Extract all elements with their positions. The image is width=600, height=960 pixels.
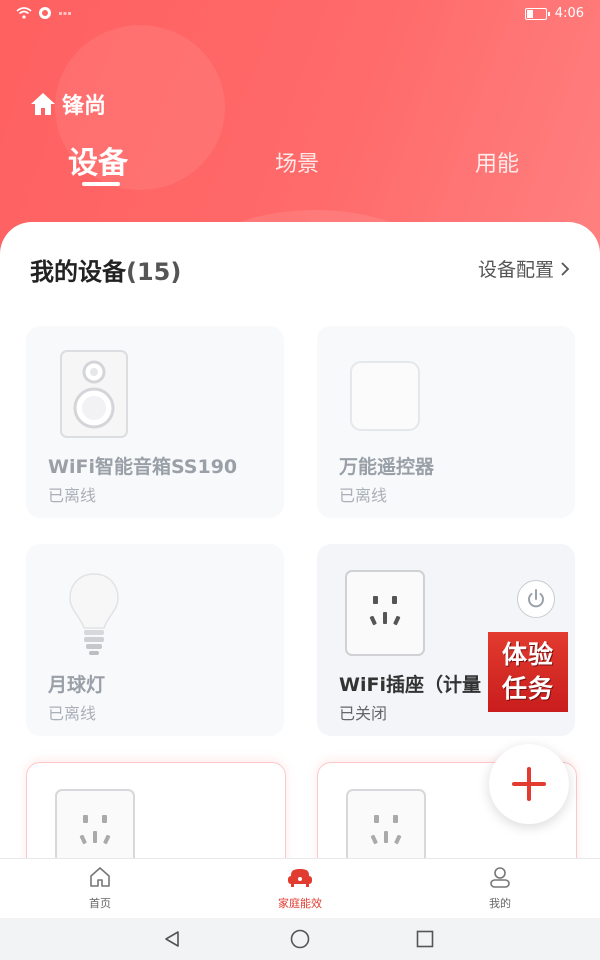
device-status: 已关闭 — [339, 704, 388, 723]
nav-mine-label: 我的 — [489, 897, 511, 910]
status-bar: 4:06 — [0, 0, 600, 28]
bulb-icon — [69, 573, 119, 655]
device-name: 月球灯 — [48, 674, 106, 696]
tab-scenes[interactable]: 场景 — [275, 146, 319, 178]
power-toggle[interactable] — [517, 580, 555, 618]
device-name: 万能遥控器 — [339, 456, 435, 478]
sofa-icon — [288, 869, 312, 887]
home-icon — [90, 867, 110, 887]
home-selector[interactable]: 锋尚 — [30, 88, 106, 120]
recents-icon[interactable] — [416, 930, 434, 948]
status-time: 4:06 — [554, 6, 584, 21]
wifi-icon — [16, 7, 32, 19]
socket-icon — [346, 789, 426, 858]
section-title-text: 我的设备 — [30, 258, 126, 286]
back-icon[interactable] — [163, 930, 181, 948]
tab-indicator — [82, 182, 120, 186]
experience-task-badge[interactable]: 体验 任务 — [488, 632, 568, 712]
notification-icon — [39, 7, 51, 19]
device-count: (15) — [126, 258, 182, 286]
remote-icon — [350, 361, 420, 431]
chevron-right-icon — [561, 261, 570, 276]
device-config-label: 设备配置 — [477, 259, 554, 281]
nav-home[interactable]: 首页 — [50, 865, 150, 911]
device-card[interactable]: 月球灯 已离线 — [26, 544, 284, 736]
device-card[interactable]: 万能遥控器 已离线 — [317, 326, 575, 518]
nav-energy[interactable]: 家庭能效 — [250, 865, 350, 911]
power-icon — [528, 589, 544, 608]
user-icon — [490, 867, 510, 888]
socket-icon — [345, 570, 425, 656]
tab-energy[interactable]: 用能 — [475, 146, 519, 178]
bottom-nav: 首页 家庭能效 我的 — [0, 858, 600, 919]
device-name: WiFi智能音箱SS190 — [48, 456, 238, 478]
promo-line2: 任务 — [501, 674, 554, 703]
tab-devices[interactable]: 设备 — [68, 138, 128, 182]
add-device-button[interactable] — [489, 744, 569, 824]
battery-icon — [524, 7, 550, 20]
device-status: 已离线 — [48, 486, 97, 505]
nav-home-label: 首页 — [89, 897, 111, 910]
section-title: 我的设备(15) — [30, 252, 181, 287]
device-card[interactable]: WiFi智能音箱SS190 已离线 — [26, 326, 284, 518]
home-icon — [31, 93, 55, 115]
nav-mine[interactable]: 我的 — [450, 865, 550, 911]
header: 4:06 锋尚 设备 场景 用能 — [0, 0, 600, 260]
system-nav-bar — [0, 918, 600, 960]
device-name: WiFi插座（计量 — [339, 674, 481, 696]
device-status: 已离线 — [339, 486, 388, 505]
plus-icon — [512, 767, 546, 801]
device-card[interactable] — [26, 762, 286, 858]
socket-icon — [55, 789, 135, 858]
speaker-icon — [60, 350, 128, 438]
nav-energy-label: 家庭能效 — [278, 897, 322, 910]
promo-line1: 体验 — [501, 640, 554, 669]
signal-icon — [59, 12, 71, 15]
home-circle-icon[interactable] — [290, 929, 310, 949]
device-config-link[interactable]: 设备配置 — [478, 255, 570, 282]
device-status: 已离线 — [48, 704, 97, 723]
home-name: 锋尚 — [62, 94, 107, 119]
top-tabs: 设备 场景 用能 — [0, 138, 600, 198]
